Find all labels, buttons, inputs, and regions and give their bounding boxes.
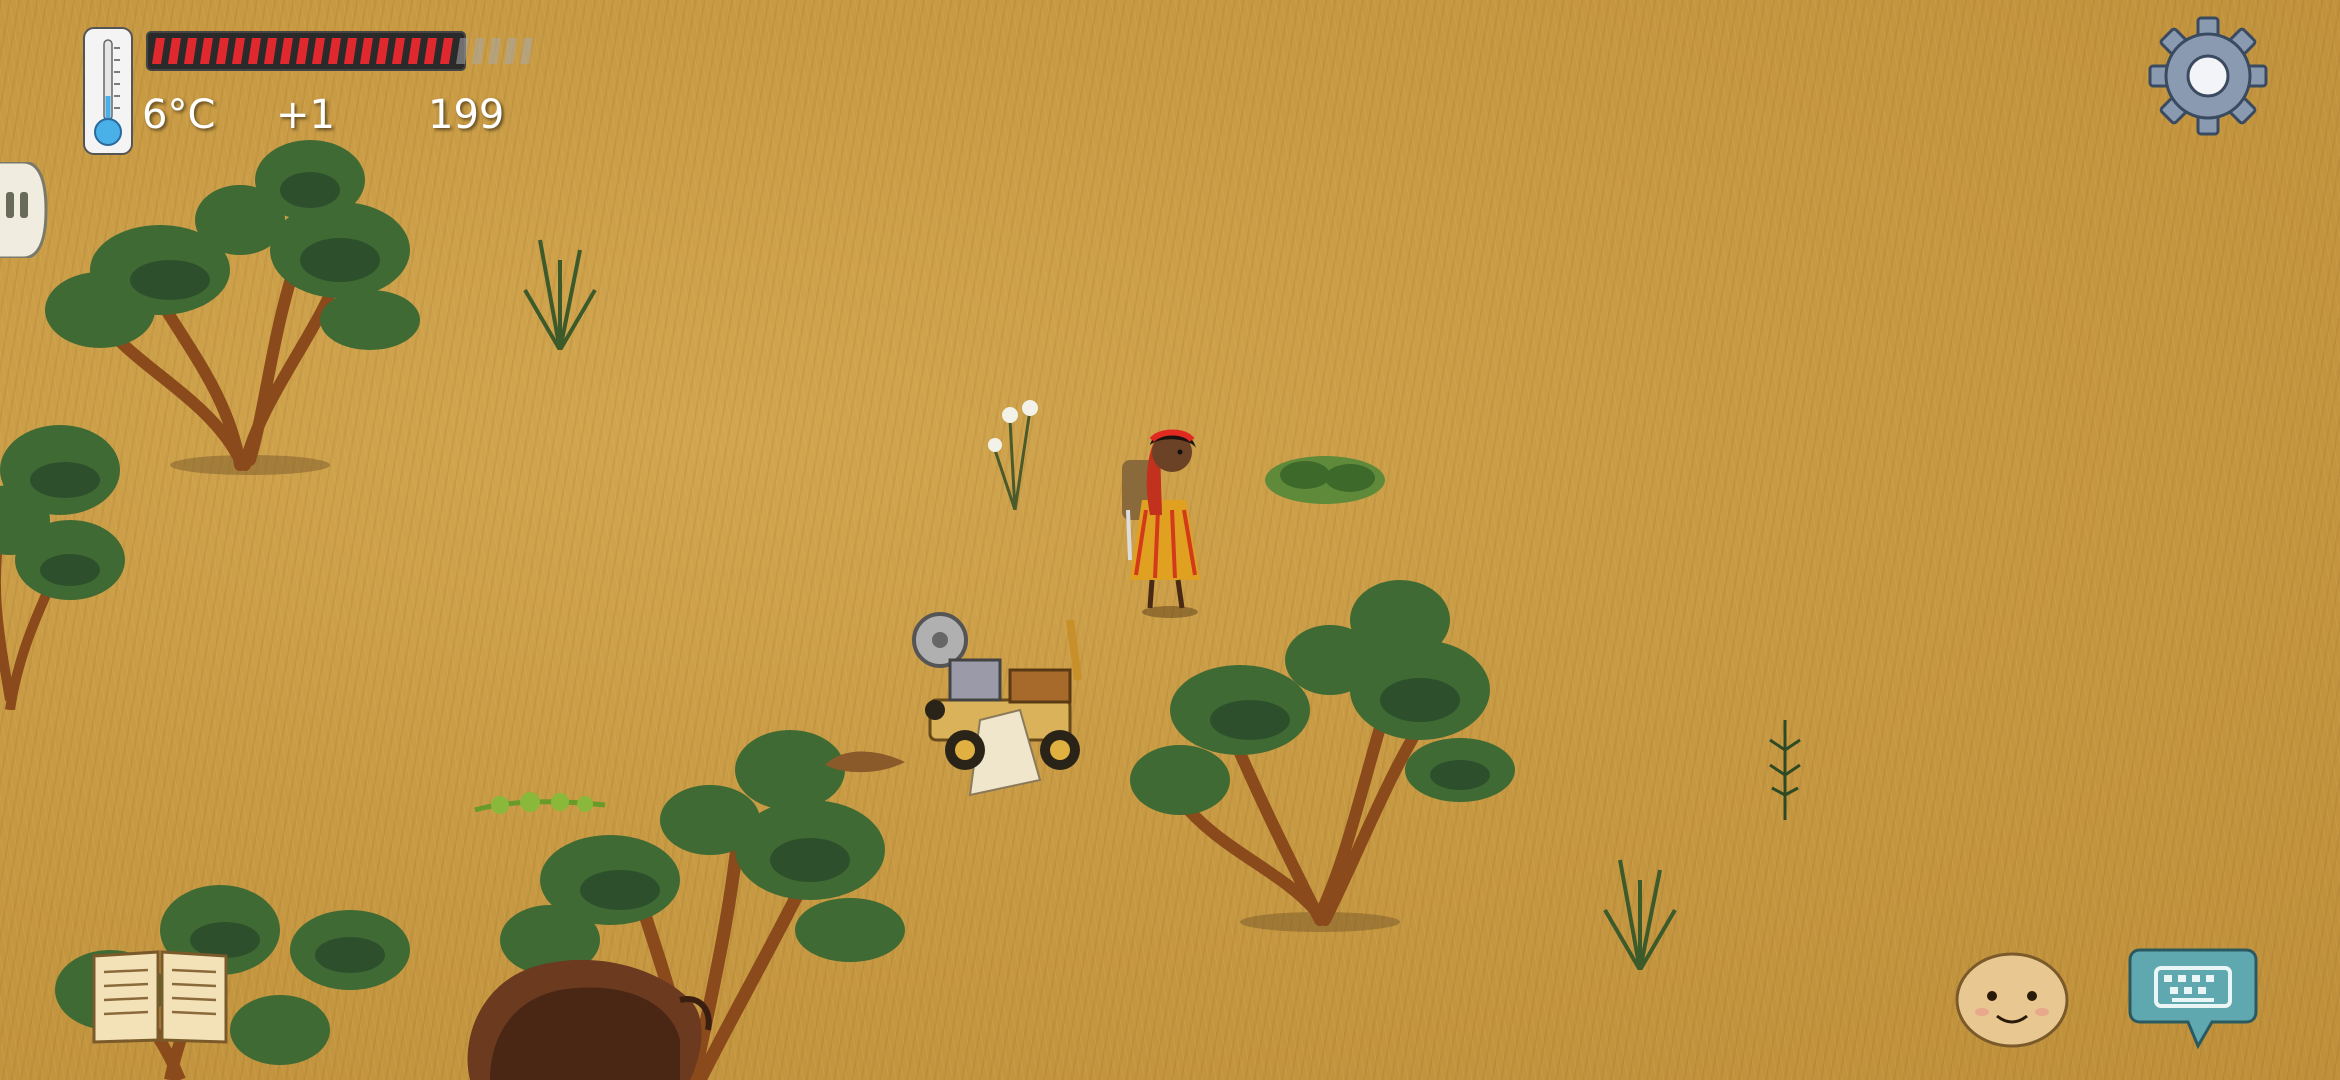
game-world[interactable] (0, 0, 2340, 1080)
temperature-readout: 6°C (142, 92, 216, 138)
keyboard-chat-icon[interactable] (2128, 942, 2258, 1052)
emote-face-icon[interactable] (1952, 946, 2072, 1050)
gear-icon[interactable] (2146, 14, 2270, 138)
food-pip-empty (472, 38, 485, 64)
tule-reeds[interactable] (1760, 720, 1810, 820)
crank-wagon[interactable] (910, 600, 1100, 800)
age-counter: 199 (428, 92, 505, 138)
player-character[interactable] (1100, 410, 1240, 620)
recipe-book-icon[interactable] (88, 942, 232, 1046)
gooseberry-bush[interactable] (1260, 440, 1390, 510)
dead-rabbit[interactable] (820, 740, 910, 780)
food-pip-empty (488, 38, 501, 64)
food-pip-empty (504, 38, 517, 64)
wild-onion[interactable] (510, 230, 610, 350)
bison[interactable] (450, 940, 750, 1080)
juniper-tree[interactable] (0, 390, 150, 710)
yum-bonus: +1 (276, 92, 335, 138)
thermometer-icon (83, 27, 133, 155)
burdock[interactable] (470, 780, 610, 830)
food-pip-empty (520, 38, 533, 64)
wild-onion[interactable] (1590, 850, 1690, 970)
milkweed[interactable] (980, 390, 1050, 510)
side-tab-icon[interactable] (0, 162, 48, 258)
food-meter (146, 31, 533, 71)
